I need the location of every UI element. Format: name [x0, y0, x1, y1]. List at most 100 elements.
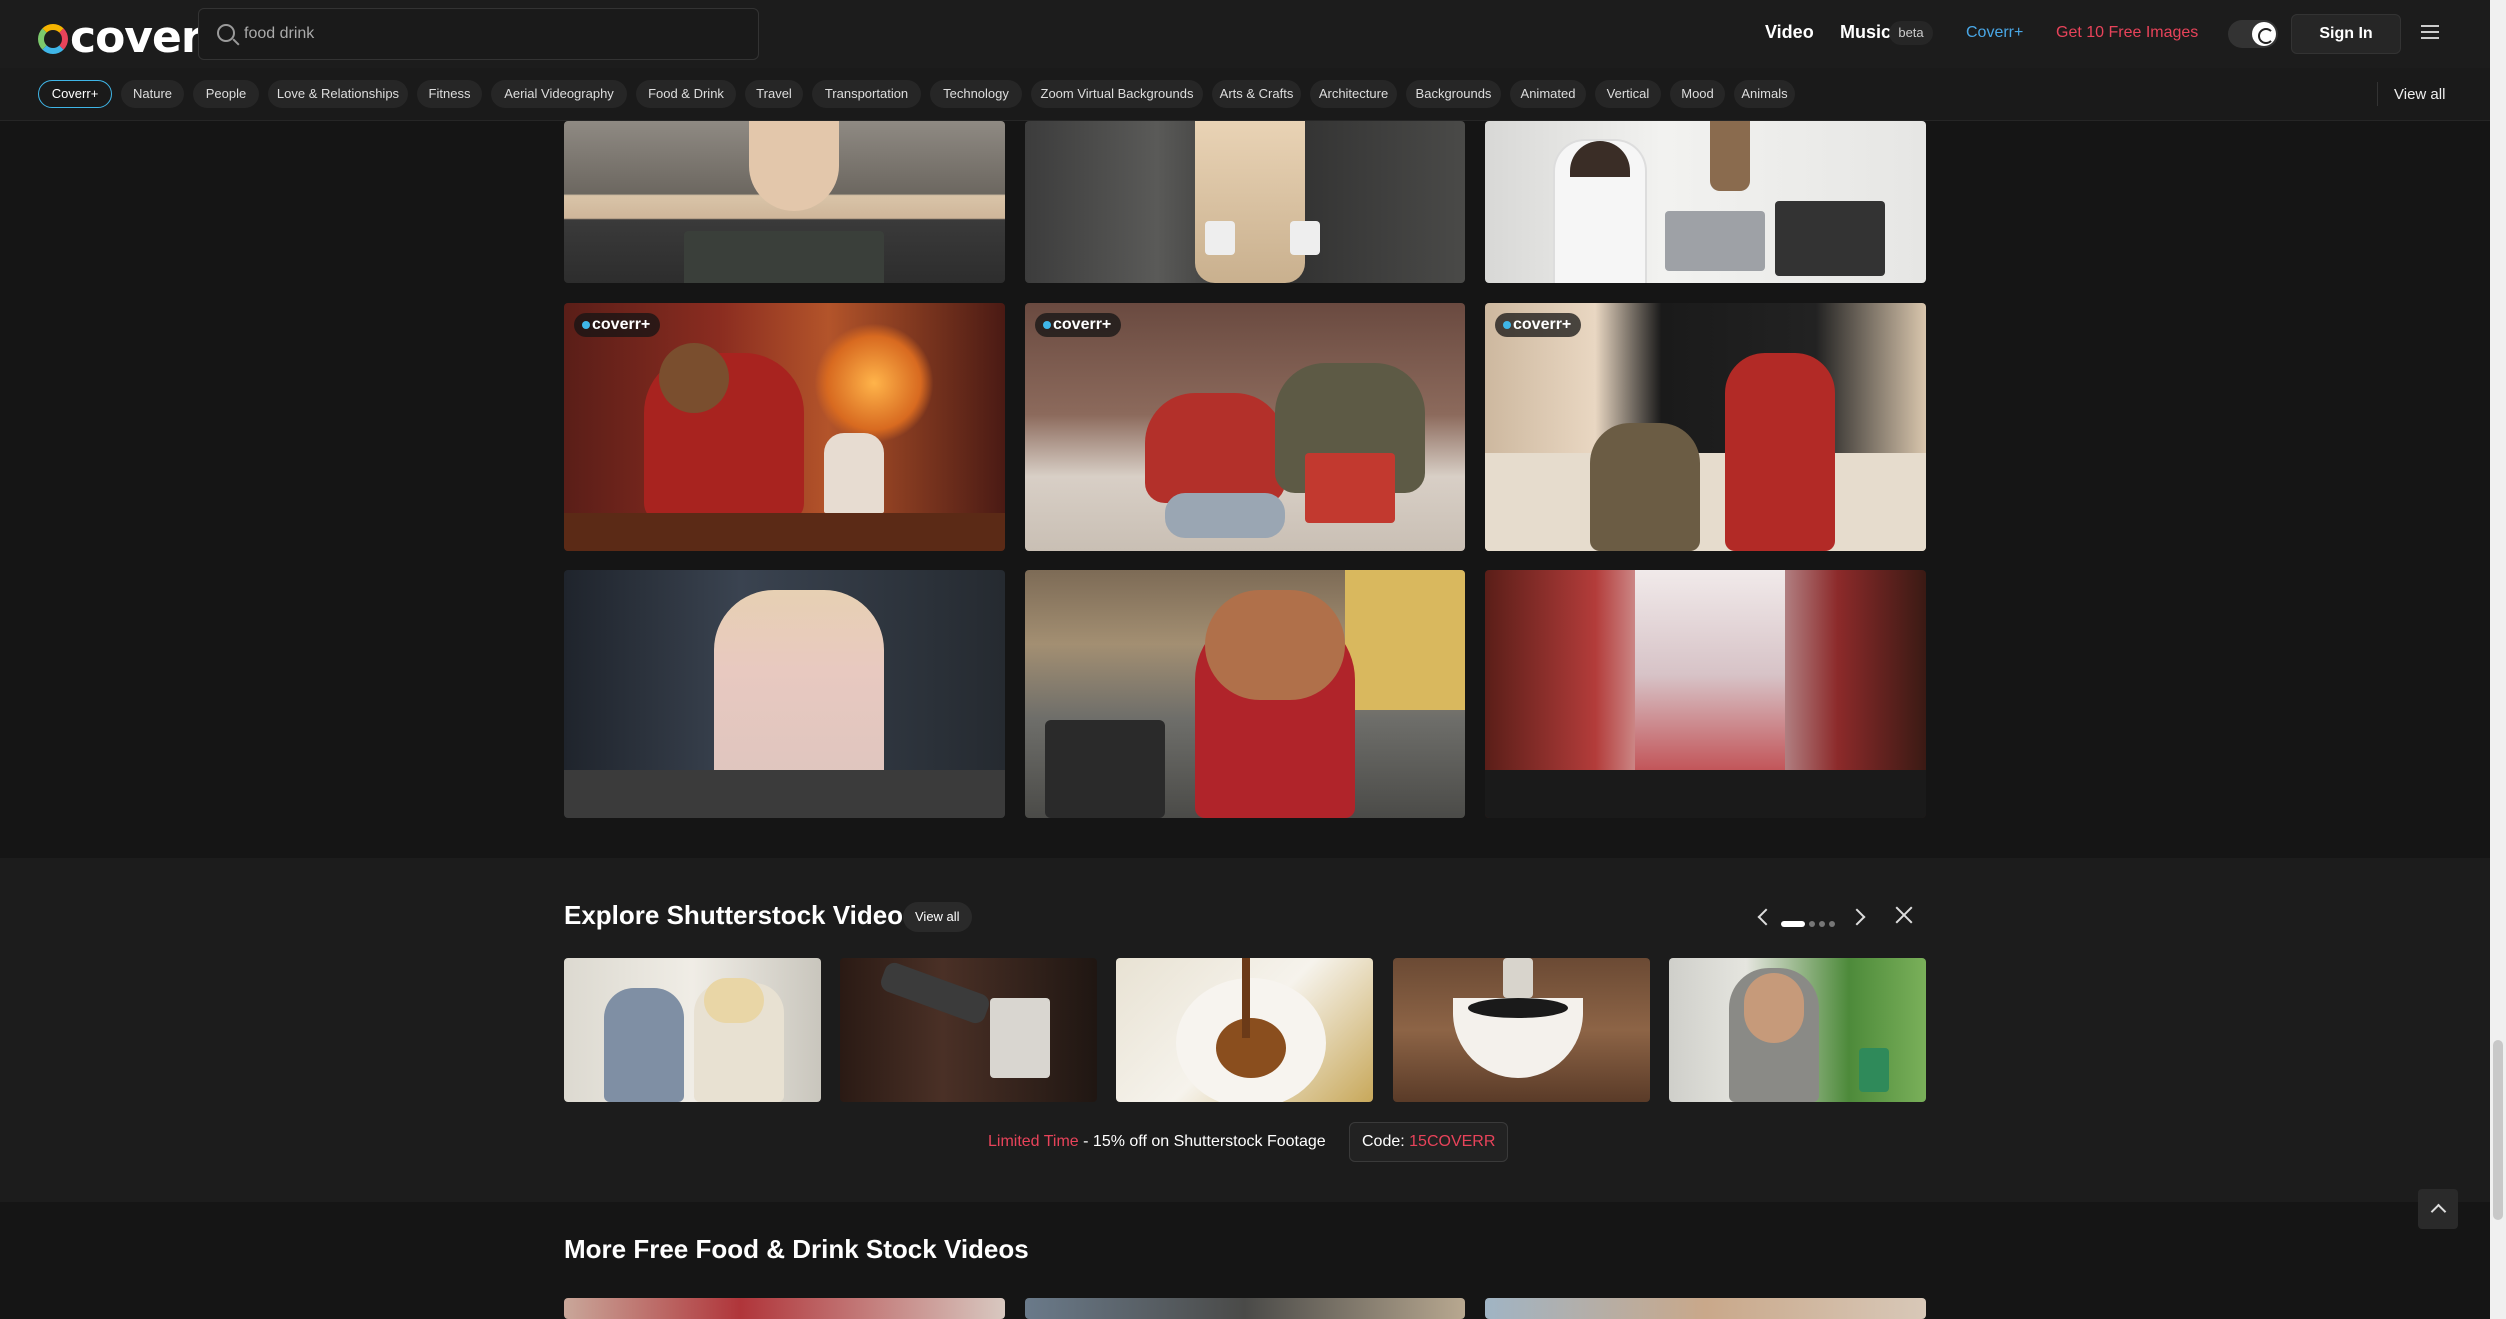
thumbnail-espresso: [1216, 1018, 1286, 1078]
category-chip[interactable]: Fitness: [417, 80, 482, 108]
thumbnail-tea: [1468, 998, 1568, 1018]
thumbnail-table: [1485, 770, 1926, 818]
thumbnail-fire: [814, 323, 934, 443]
thumbnail-table: [564, 770, 1005, 818]
thumbnail-tamper: [990, 998, 1050, 1078]
search-icon: [217, 24, 235, 42]
video-thumbnail[interactable]: [1485, 1298, 1926, 1319]
video-thumbnail[interactable]: [564, 1298, 1005, 1319]
shutterstock-thumbnail[interactable]: [1393, 958, 1650, 1102]
category-chip[interactable]: Backgrounds: [1406, 80, 1501, 108]
nav-free-images-link[interactable]: Get 10 Free Images: [2056, 24, 2198, 42]
thumbnail-building: [1345, 570, 1465, 710]
category-chip[interactable]: Architecture: [1310, 80, 1397, 108]
promo-text: Limited Time - 15% off on Shutterstock F…: [988, 1133, 1326, 1151]
category-chip[interactable]: Coverr+: [38, 80, 112, 108]
categories-view-all-link[interactable]: View all: [2394, 86, 2445, 103]
theme-toggle[interactable]: [2228, 20, 2278, 48]
thumbnail-laptop: [1775, 201, 1885, 276]
search-input[interactable]: [244, 21, 724, 47]
category-chip[interactable]: Mood: [1670, 80, 1725, 108]
sign-in-button[interactable]: Sign In: [2291, 14, 2401, 54]
pagination-dot[interactable]: [1819, 920, 1825, 927]
shutterstock-thumbnail[interactable]: [840, 958, 1097, 1102]
badge-label: coverr+: [592, 316, 651, 333]
category-chip[interactable]: Technology: [930, 80, 1022, 108]
category-chip[interactable]: Zoom Virtual Backgrounds: [1031, 80, 1203, 108]
category-chip[interactable]: People: [193, 80, 259, 108]
shutterstock-thumbnail[interactable]: [1116, 958, 1373, 1102]
nav-music-link[interactable]: Music: [1840, 22, 1891, 43]
thumbnail-hair: [704, 978, 764, 1023]
video-thumbnail[interactable]: [1485, 570, 1926, 818]
thumbnail-jeans: [1165, 493, 1285, 538]
divider: [2377, 82, 2378, 106]
category-chip[interactable]: Love & Relationships: [268, 80, 408, 108]
hamburger-menu-icon[interactable]: [2421, 25, 2439, 39]
coverr-logo-mark-icon: [38, 24, 68, 54]
thumbnail-chairs: [1045, 720, 1165, 818]
video-thumbnail[interactable]: [1025, 1298, 1465, 1319]
nav-coverr-plus-link[interactable]: Coverr+: [1966, 24, 2023, 42]
pagination-dot[interactable]: [1809, 920, 1815, 927]
shutterstock-thumbnail[interactable]: [564, 958, 821, 1102]
category-chip[interactable]: Transportation: [812, 80, 921, 108]
badge-label: coverr+: [1513, 316, 1572, 333]
video-thumbnail[interactable]: [1485, 121, 1926, 283]
category-chip[interactable]: Travel: [745, 80, 803, 108]
coverr-logo[interactable]: coverr: [38, 12, 223, 63]
pagination-dot[interactable]: [1829, 920, 1835, 927]
video-thumbnail[interactable]: [564, 570, 1005, 818]
nav-video-link[interactable]: Video: [1765, 22, 1814, 43]
category-chip[interactable]: Vertical: [1595, 80, 1661, 108]
video-thumbnail[interactable]: [1025, 570, 1465, 818]
thumbnail-arm: [878, 960, 992, 1026]
category-chip[interactable]: Aerial Videography: [491, 80, 627, 108]
thumbnail-pour: [1242, 958, 1250, 1038]
thumbnail-cup: [1859, 1048, 1889, 1092]
thumbnail-figure: [1195, 121, 1305, 283]
category-chip[interactable]: Food & Drink: [636, 80, 736, 108]
promo-code-box[interactable]: Code: 15COVERR: [1349, 1122, 1509, 1162]
thumbnail-spoon: [1503, 958, 1533, 998]
category-chip[interactable]: Arts & Crafts: [1212, 80, 1301, 108]
badge-dot-icon: [582, 321, 590, 329]
thumbnail-mailbox: [824, 433, 884, 513]
search-box[interactable]: [198, 8, 759, 60]
thumbnail-cup: [1635, 570, 1785, 780]
close-icon[interactable]: [1895, 906, 1913, 924]
video-thumbnail[interactable]: [564, 121, 1005, 283]
thumbnail-figure: [1590, 423, 1700, 551]
thumbnail-gift: [1305, 453, 1395, 523]
pagination-dot[interactable]: [1781, 920, 1805, 927]
music-beta-badge: beta: [1889, 21, 1933, 45]
thumbnail-figure: [749, 121, 839, 211]
video-thumbnail[interactable]: coverr+: [1025, 303, 1465, 551]
shutterstock-thumbnail[interactable]: [1669, 958, 1926, 1102]
badge-dot-icon: [1503, 321, 1511, 329]
theme-moon-icon: [2252, 22, 2276, 46]
thumbnail-figure: [604, 988, 684, 1102]
shutterstock-view-all-button[interactable]: View all: [903, 902, 972, 932]
video-thumbnail[interactable]: coverr+: [1485, 303, 1926, 551]
thumbnail-hair: [659, 343, 729, 413]
category-chip[interactable]: Nature: [121, 80, 184, 108]
top-navigation-bar: coverr Video Music beta Coverr+ Get 10 F…: [0, 0, 2490, 68]
carousel-pagination: [1781, 915, 1839, 933]
promo-code-label: Code:: [1362, 1133, 1410, 1150]
scroll-to-top-button[interactable]: [2418, 1189, 2458, 1229]
promo-body: - 15% off on Shutterstock Footage: [1078, 1133, 1326, 1150]
coverr-plus-badge: coverr+: [1495, 313, 1582, 337]
video-thumbnail[interactable]: coverr+: [564, 303, 1005, 551]
scrollbar-thumb[interactable]: [2493, 1040, 2503, 1220]
category-chip[interactable]: Animated: [1510, 80, 1586, 108]
badge-dot-icon: [1043, 321, 1051, 329]
thumbnail-hair: [1205, 590, 1345, 700]
video-thumbnail[interactable]: [1025, 121, 1465, 283]
thumbnail-mug: [1290, 221, 1320, 255]
thumbnail-figure: [1725, 353, 1835, 551]
more-section-title: More Free Food & Drink Stock Videos: [564, 1234, 1029, 1264]
thumbnail-mug: [1205, 221, 1235, 255]
thumbnail-laptop: [684, 231, 884, 283]
category-chip[interactable]: Animals: [1734, 80, 1795, 108]
